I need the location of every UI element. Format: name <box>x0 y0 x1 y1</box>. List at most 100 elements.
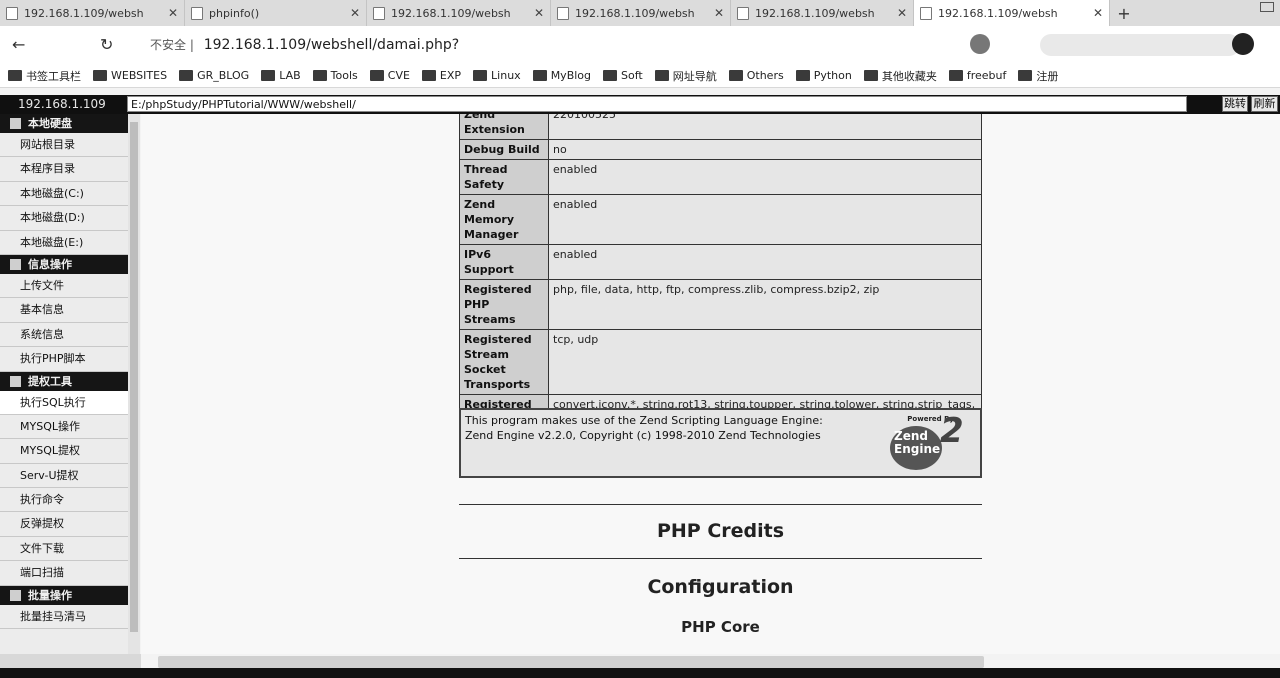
back-arrow-icon[interactable]: ← <box>12 35 25 54</box>
bookmark-item[interactable]: Python <box>795 69 852 82</box>
reload-icon[interactable]: ↻ <box>100 35 113 54</box>
folder-icon <box>473 70 488 81</box>
bookmark-item[interactable]: freebuf <box>948 69 1006 82</box>
sidebar-scrollbar[interactable] <box>128 114 140 654</box>
path-input[interactable] <box>127 96 1187 112</box>
sidebar-item[interactable]: 端口扫描 <box>0 561 128 586</box>
row-value: enabled <box>548 194 982 245</box>
bookmark-item[interactable]: Others <box>728 69 784 82</box>
row-key: Zend Extension <box>459 114 549 140</box>
bookmark-label: GR_BLOG <box>197 69 250 82</box>
sidebar-item[interactable]: 执行SQL执行 <box>0 390 128 415</box>
sidebar-item[interactable]: 本地磁盘(D:) <box>0 206 128 231</box>
sidebar-item[interactable]: 本地磁盘(C:) <box>0 181 128 207</box>
sidebar-item[interactable]: 本程序目录 <box>0 157 128 182</box>
page-icon <box>557 6 569 20</box>
page-icon <box>191 6 203 20</box>
sidebar-section-header: 信息操作 <box>0 254 128 274</box>
bookmark-item[interactable]: Soft <box>603 69 643 82</box>
close-icon[interactable]: ✕ <box>168 6 178 20</box>
bookmark-item[interactable]: 注册 <box>1018 68 1058 84</box>
bookmark-item[interactable]: 网址导航 <box>654 68 717 84</box>
sidebar-item[interactable]: 执行命令 <box>0 488 128 513</box>
browser-tab[interactable]: 192.168.1.109/websh ✕ <box>0 0 185 26</box>
bookmark-item[interactable]: MyBlog <box>532 69 591 82</box>
new-tab-button[interactable]: + <box>1110 0 1138 26</box>
extension-icon[interactable] <box>970 34 990 54</box>
section-icon <box>10 589 21 601</box>
row-value: no <box>548 139 982 160</box>
sidebar-item[interactable]: 执行PHP脚本 <box>0 347 128 372</box>
row-value: enabled <box>548 159 982 195</box>
browser-tab[interactable]: 192.168.1.109/websh ✕ <box>914 0 1110 26</box>
sidebar-section-header: 提权工具 <box>0 371 128 391</box>
sidebar-item[interactable]: 系统信息 <box>0 322 128 348</box>
bookmark-item[interactable]: Tools <box>312 69 358 82</box>
browser-tab[interactable]: phpinfo() ✕ <box>185 0 367 26</box>
folder-icon <box>369 70 384 81</box>
insecure-warning: 不安全 | <box>150 38 198 52</box>
sidebar-item[interactable]: 上传文件 <box>0 273 128 299</box>
folder-icon <box>179 70 194 81</box>
sidebar-item[interactable]: 基本信息 <box>0 298 128 323</box>
tab-title: 192.168.1.109/websh <box>938 6 1058 20</box>
table-row: Zend Extension 220100525 <box>459 114 982 140</box>
profile-avatar[interactable] <box>1232 33 1254 55</box>
row-key: Thread Safety <box>459 159 549 195</box>
sidebar-item[interactable]: 网站根目录 <box>0 133 128 158</box>
browser-tab[interactable]: 192.168.1.109/websh ✕ <box>367 0 551 26</box>
refresh-button[interactable]: 刷新 <box>1251 96 1278 112</box>
horizontal-scrollbar[interactable] <box>158 656 984 668</box>
close-icon[interactable]: ✕ <box>897 6 907 20</box>
close-icon[interactable]: ✕ <box>1093 6 1103 20</box>
sidebar-item[interactable]: Serv-U提权 <box>0 463 128 489</box>
sidebar-scroll-thumb[interactable] <box>130 122 138 632</box>
bookmark-item[interactable]: Linux <box>473 69 521 82</box>
bookmark-label: Others <box>746 69 784 82</box>
php-credits-heading[interactable]: PHP Credits <box>459 520 982 542</box>
browser-tab[interactable]: 192.168.1.109/websh ✕ <box>551 0 731 26</box>
browser-tab[interactable]: 192.168.1.109/websh ✕ <box>731 0 914 26</box>
row-key: Registered PHP Streams <box>459 279 549 330</box>
folder-icon <box>8 70 22 81</box>
bookmark-item[interactable]: LAB <box>261 69 301 82</box>
bookmark-item[interactable]: EXP <box>421 69 461 82</box>
phpinfo-table: Zend Extension 220100525 Debug Build no Thre… <box>459 114 982 445</box>
php-core-heading: PHP Core <box>681 618 760 636</box>
bookmark-item[interactable]: 其他收藏夹 <box>863 68 937 84</box>
table-row: Thread Safety enabled <box>459 159 982 195</box>
row-value: enabled <box>548 244 982 280</box>
bookmark-item[interactable]: GR_BLOG <box>179 69 249 82</box>
bookmark-label: 书签工具栏 <box>26 69 81 83</box>
close-icon[interactable]: ✕ <box>534 6 544 20</box>
goto-button[interactable]: 跳转 <box>1222 96 1248 112</box>
table-row: IPv6 Support enabled <box>459 244 982 280</box>
row-value: tcp, udp <box>548 329 982 395</box>
bookmark-item[interactable]: CVE <box>369 69 410 82</box>
page-icon <box>6 6 18 20</box>
row-key: Zend Memory Manager <box>459 194 549 245</box>
close-icon[interactable]: ✕ <box>350 6 360 20</box>
bookmark-item[interactable]: WEBSITES <box>93 69 167 82</box>
sidebar-item[interactable]: 批量挂马清马 <box>0 604 128 630</box>
browser-search-box[interactable] <box>1040 34 1240 56</box>
sidebar-item[interactable]: MYSQL提权 <box>0 439 128 464</box>
close-icon[interactable]: ✕ <box>714 6 724 20</box>
tab-title: 192.168.1.109/websh <box>575 6 695 20</box>
sidebar-item[interactable]: 反弹提权 <box>0 512 128 537</box>
folder-icon <box>261 70 276 81</box>
window-restore-icon[interactable] <box>1260 2 1274 12</box>
sidebar-item[interactable]: 文件下载 <box>0 536 128 562</box>
tab-title: 192.168.1.109/websh <box>755 6 875 20</box>
url-field[interactable]: 不安全 | 192.168.1.109/webshell/damai.php? <box>150 36 459 53</box>
folder-icon <box>795 70 810 81</box>
folder-icon <box>728 70 743 81</box>
folder-icon <box>1018 70 1033 81</box>
bookmark-item[interactable]: 书签工具栏 <box>8 68 81 84</box>
sidebar-section-header: 本地硬盘 <box>0 114 128 133</box>
sidebar-item[interactable]: 本地磁盘(E:) <box>0 230 128 255</box>
sidebar-item[interactable]: MYSQL操作 <box>0 414 128 440</box>
section-title: 信息操作 <box>28 257 72 271</box>
tab-title: 192.168.1.109/websh <box>24 6 144 20</box>
row-key: Registered Stream Socket Transports <box>459 329 549 395</box>
